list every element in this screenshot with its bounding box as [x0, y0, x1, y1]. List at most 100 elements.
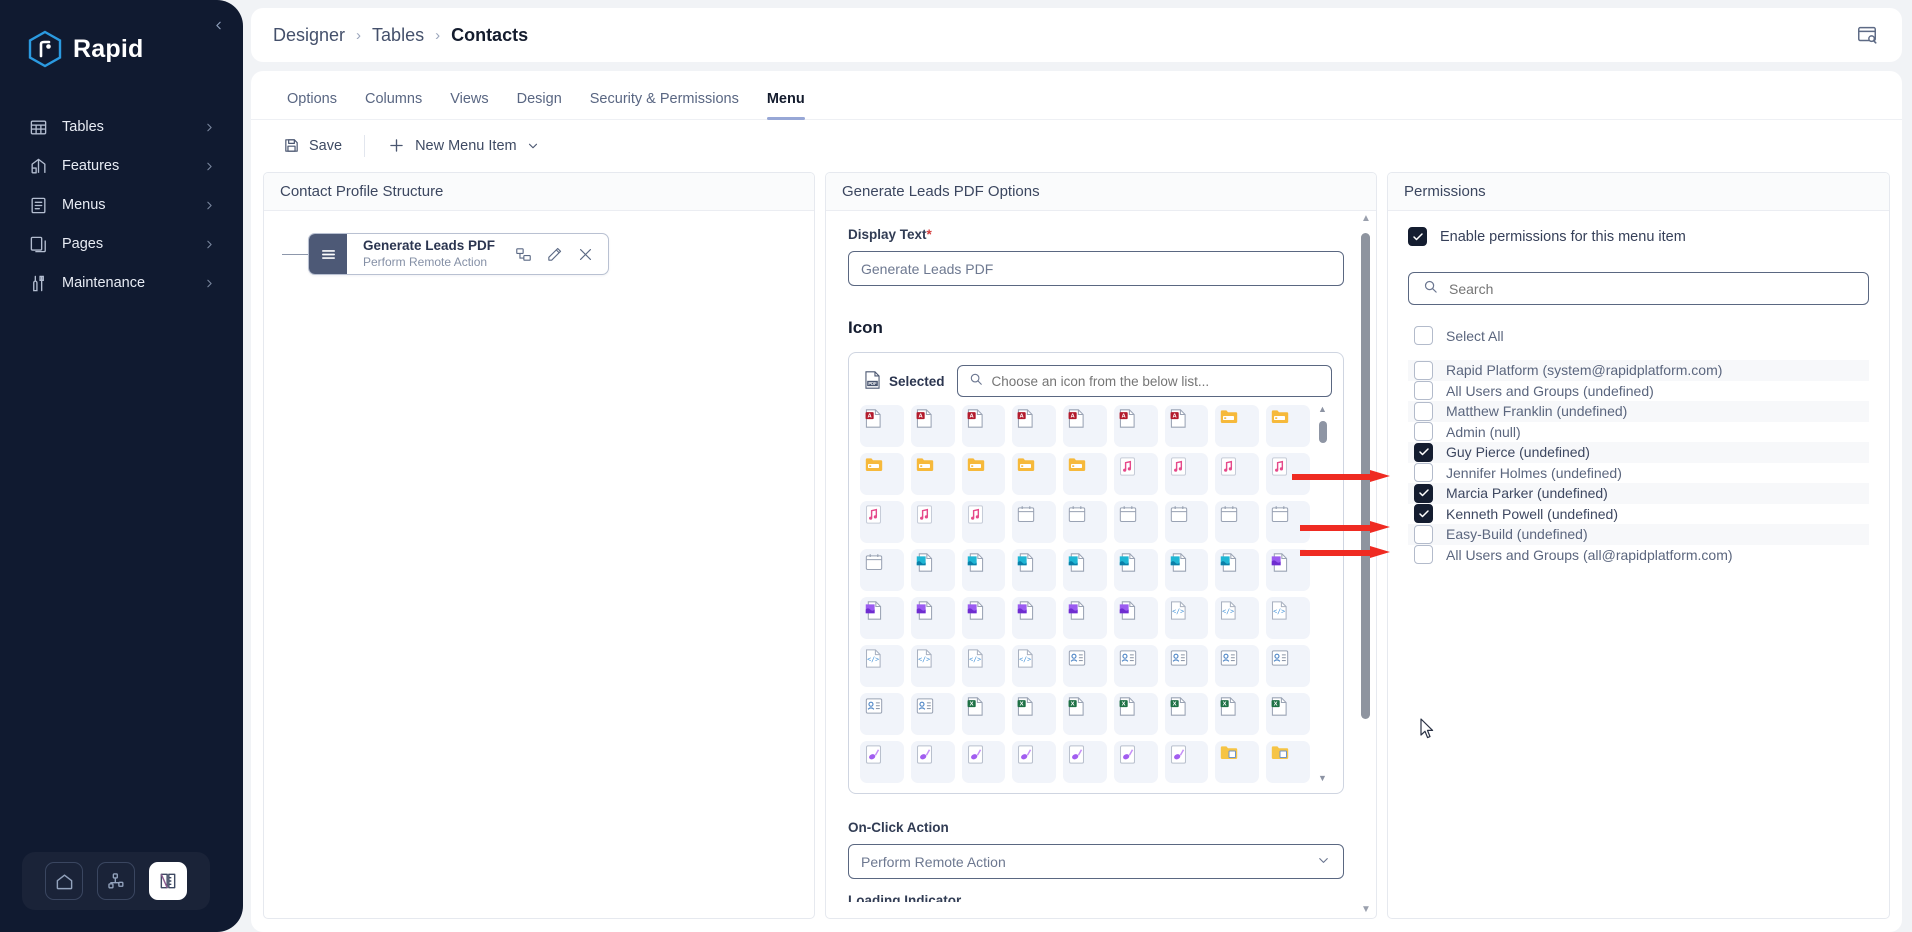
- breadcrumb-designer[interactable]: Designer: [273, 25, 345, 46]
- icon-option-code-blue[interactable]: </>: [1012, 645, 1056, 687]
- icon-option-excel-green[interactable]: X: [1215, 693, 1259, 735]
- icon-option-folder-yellow[interactable]: [1215, 405, 1259, 447]
- icon-option-pdf-red[interactable]: A: [1063, 405, 1107, 447]
- scroll-down-icon[interactable]: ▼: [1361, 902, 1371, 918]
- permission-row[interactable]: Easy-Build (undefined): [1408, 524, 1869, 545]
- scroll-up-icon[interactable]: ▲: [1361, 211, 1371, 227]
- menu-item-card[interactable]: Generate Leads PDF Perform Remote Action: [308, 233, 609, 275]
- icon-option-code-blue[interactable]: </>: [1266, 597, 1310, 639]
- icon-option-folder-yellow[interactable]: [962, 453, 1006, 495]
- icon-option-photoshop-blue[interactable]: [1215, 549, 1259, 591]
- icon-option-excel-green[interactable]: X: [1063, 693, 1107, 735]
- tab-design[interactable]: Design: [503, 83, 576, 119]
- icon-option-contact-blue[interactable]: [1266, 645, 1310, 687]
- scroll-down-icon[interactable]: ▼: [1318, 774, 1327, 783]
- icon-option-illustrator-purple[interactable]: [1012, 597, 1056, 639]
- icon-option-contact-blue[interactable]: [1215, 645, 1259, 687]
- permission-checkbox[interactable]: [1414, 381, 1433, 400]
- icon-option-illustrator-purple[interactable]: [1114, 597, 1158, 639]
- sitemap-icon[interactable]: [97, 862, 135, 900]
- scrollbar-thumb[interactable]: [1319, 421, 1327, 443]
- permission-checkbox[interactable]: [1414, 361, 1433, 380]
- edit-pencil-icon[interactable]: [546, 246, 563, 263]
- icon-option-pdf-red[interactable]: A: [1012, 405, 1056, 447]
- sidebar-item-maintenance[interactable]: Maintenance: [13, 264, 230, 302]
- icon-option-calendar-grey[interactable]: [1165, 501, 1209, 543]
- permission-checkbox[interactable]: [1414, 504, 1433, 523]
- sidebar-item-tables[interactable]: Tables: [13, 108, 230, 146]
- icon-option-illustrator-purple[interactable]: [860, 597, 904, 639]
- icon-option-photoshop-blue[interactable]: [1114, 549, 1158, 591]
- icon-option-excel-green[interactable]: X: [1266, 693, 1310, 735]
- icon-option-contact-blue[interactable]: [911, 693, 955, 735]
- permission-row[interactable]: Kenneth Powell (undefined): [1408, 504, 1869, 525]
- icon-option-pdf-red[interactable]: A: [962, 405, 1006, 447]
- scrollbar-thumb[interactable]: [1361, 233, 1370, 719]
- icon-option-photoshop-blue[interactable]: [962, 549, 1006, 591]
- permission-checkbox[interactable]: [1414, 402, 1433, 421]
- icon-option-code-blue[interactable]: </>: [860, 645, 904, 687]
- icon-option-pdf-red[interactable]: A: [1114, 405, 1158, 447]
- icon-option-illustrator-purple[interactable]: [1266, 549, 1310, 591]
- icon-option-calendar-grey[interactable]: [860, 549, 904, 591]
- close-x-icon[interactable]: [577, 246, 594, 263]
- icon-option-music-pink[interactable]: [1215, 453, 1259, 495]
- permission-checkbox[interactable]: [1414, 484, 1433, 503]
- window-preview-icon[interactable]: [1854, 22, 1880, 48]
- chevron-down-icon[interactable]: [526, 139, 540, 153]
- icon-option-media-purple[interactable]: [1165, 741, 1209, 783]
- tab-security-permissions[interactable]: Security & Permissions: [576, 83, 753, 119]
- icon-option-excel-green[interactable]: X: [1012, 693, 1056, 735]
- icon-option-folder-monitor[interactable]: [1266, 741, 1310, 783]
- icon-option-media-purple[interactable]: [1114, 741, 1158, 783]
- sidebar-item-features[interactable]: Features: [13, 147, 230, 185]
- icon-option-music-pink[interactable]: [860, 501, 904, 543]
- icon-option-folder-yellow[interactable]: [911, 453, 955, 495]
- select-all-row[interactable]: Select All: [1408, 322, 1869, 349]
- tab-columns[interactable]: Columns: [351, 83, 436, 119]
- icon-option-folder-yellow[interactable]: [1012, 453, 1056, 495]
- icon-option-media-purple[interactable]: [860, 741, 904, 783]
- icon-search-box[interactable]: [957, 365, 1332, 397]
- permission-row[interactable]: Admin (null): [1408, 422, 1869, 443]
- icon-option-calendar-grey[interactable]: [1215, 501, 1259, 543]
- permission-row[interactable]: All Users and Groups (all@rapidplatform.…: [1408, 545, 1869, 566]
- icon-option-folder-yellow[interactable]: [860, 453, 904, 495]
- icon-option-illustrator-purple[interactable]: [962, 597, 1006, 639]
- icon-option-photoshop-blue[interactable]: [1063, 549, 1107, 591]
- icon-option-code-blue[interactable]: </>: [962, 645, 1006, 687]
- duplicate-icon[interactable]: [515, 246, 532, 263]
- icon-option-calendar-grey[interactable]: [1063, 501, 1107, 543]
- icon-option-media-purple[interactable]: [1063, 741, 1107, 783]
- icon-option-folder-yellow[interactable]: [1063, 453, 1107, 495]
- tab-options[interactable]: Options: [273, 83, 351, 119]
- icon-option-contact-blue[interactable]: [860, 693, 904, 735]
- enable-permissions-row[interactable]: Enable permissions for this menu item: [1408, 227, 1869, 246]
- icon-option-media-purple[interactable]: [911, 741, 955, 783]
- icon-option-photoshop-blue[interactable]: [911, 549, 955, 591]
- icon-option-pdf-red[interactable]: A: [1165, 405, 1209, 447]
- tab-menu[interactable]: Menu: [753, 83, 819, 119]
- icon-option-contact-blue[interactable]: [1165, 645, 1209, 687]
- icon-option-music-pink[interactable]: [1266, 453, 1310, 495]
- sidebar-item-pages[interactable]: Pages: [13, 225, 230, 263]
- icon-option-calendar-grey[interactable]: [1114, 501, 1158, 543]
- enable-permissions-checkbox[interactable]: [1408, 227, 1427, 246]
- icon-option-excel-green[interactable]: X: [962, 693, 1006, 735]
- sidebar-collapse-icon[interactable]: [207, 14, 229, 36]
- breadcrumb-tables[interactable]: Tables: [372, 25, 424, 46]
- permission-row[interactable]: Jennifer Holmes (undefined): [1408, 463, 1869, 484]
- icon-option-photoshop-blue[interactable]: [1165, 549, 1209, 591]
- permissions-search-input[interactable]: [1449, 281, 1854, 297]
- save-button[interactable]: Save: [275, 133, 350, 158]
- icon-option-folder-yellow[interactable]: [1266, 405, 1310, 447]
- permission-checkbox[interactable]: [1414, 422, 1433, 441]
- permission-row[interactable]: All Users and Groups (undefined): [1408, 381, 1869, 402]
- permissions-search-box[interactable]: [1408, 272, 1869, 305]
- scroll-up-icon[interactable]: ▲: [1318, 405, 1327, 414]
- permission-row[interactable]: Marcia Parker (undefined): [1408, 483, 1869, 504]
- icon-option-media-purple[interactable]: [962, 741, 1006, 783]
- icon-option-code-blue[interactable]: </>: [1165, 597, 1209, 639]
- icon-option-code-blue[interactable]: </>: [911, 645, 955, 687]
- permission-row[interactable]: Guy Pierce (undefined): [1408, 442, 1869, 463]
